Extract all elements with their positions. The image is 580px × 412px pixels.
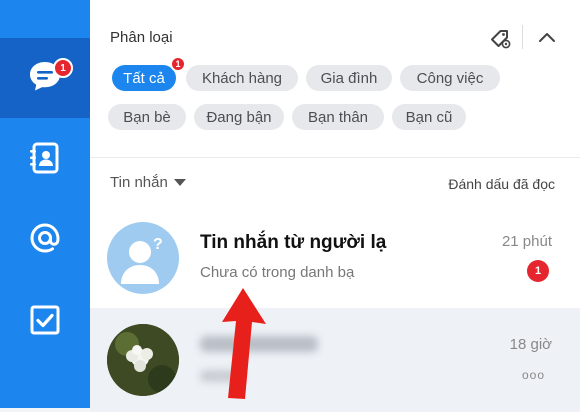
- annotation-arrow-icon: [222, 288, 266, 399]
